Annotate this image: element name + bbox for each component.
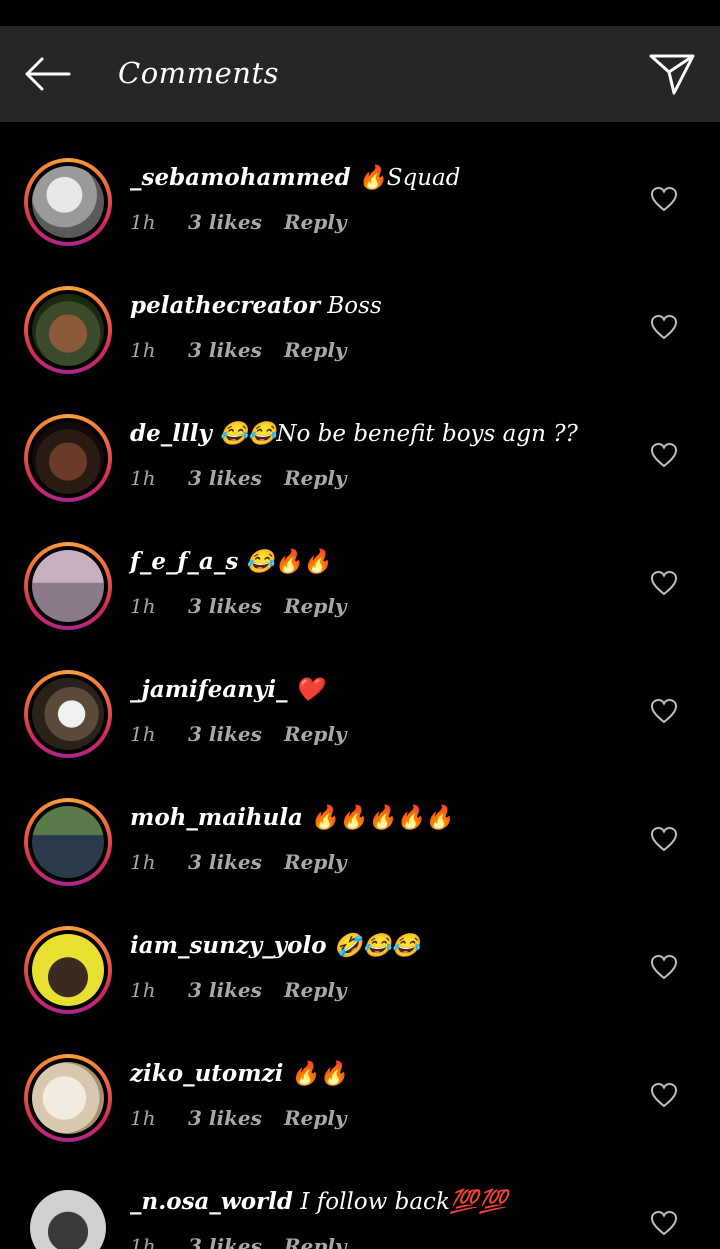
- comment-text: 🔥🔥🔥🔥🔥: [310, 805, 454, 831]
- avatar-story-ring[interactable]: [24, 158, 112, 246]
- comment-time: 1h: [130, 1106, 156, 1130]
- heart-outline-icon[interactable]: [650, 1210, 678, 1236]
- comment-row: pelathecreator Boss 1h 3 likes Reply: [0, 250, 720, 378]
- comment-text: I follow back💯💯: [300, 1189, 508, 1215]
- comment-time: 1h: [130, 338, 156, 362]
- reply-button[interactable]: Reply: [284, 978, 347, 1002]
- reply-button[interactable]: Reply: [284, 850, 347, 874]
- heart-outline-icon[interactable]: [650, 314, 678, 340]
- comment-text: 🔥Squad: [358, 165, 461, 191]
- comment-username[interactable]: de_llly: [130, 420, 212, 447]
- heart-outline-icon[interactable]: [650, 442, 678, 468]
- reply-button[interactable]: Reply: [284, 1234, 347, 1249]
- comment-likes[interactable]: 3 likes: [188, 850, 284, 874]
- comment-username[interactable]: _jamifeanyi_: [130, 676, 288, 703]
- comment-username[interactable]: _n.osa_world: [130, 1188, 293, 1215]
- comment-row: _jamifeanyi_ ❤️ 1h 3 likes Reply: [0, 634, 720, 762]
- comment-row: f_e_f_a_s 😂🔥🔥 1h 3 likes Reply: [0, 506, 720, 634]
- page-title: Comments: [118, 56, 280, 90]
- comment-username[interactable]: pelathecreator: [130, 292, 320, 319]
- comment-time: 1h: [130, 466, 156, 490]
- share-button[interactable]: [646, 50, 698, 98]
- avatar-story-ring[interactable]: [24, 926, 112, 1014]
- comment-likes[interactable]: 3 likes: [188, 1106, 284, 1130]
- comment-row: de_llly 😂😂No be benefit boys agn ?? 1h 3 …: [0, 378, 720, 506]
- avatar: [32, 294, 104, 366]
- avatar: [32, 934, 104, 1006]
- back-button[interactable]: [20, 52, 74, 96]
- comment-text: 🔥🔥: [290, 1061, 348, 1087]
- comment-text: 😂🔥🔥: [245, 549, 332, 575]
- status-bar: [0, 0, 720, 26]
- comment-text: ❤️: [294, 677, 324, 703]
- comment-username[interactable]: iam_sunzy_yolo: [130, 932, 327, 959]
- comment-row: moh_maihula 🔥🔥🔥🔥🔥 1h 3 likes Reply: [0, 762, 720, 890]
- heart-outline-icon[interactable]: [650, 826, 678, 852]
- heart-outline-icon[interactable]: [650, 698, 678, 724]
- comment-text: Boss: [327, 293, 382, 319]
- avatar: [32, 1062, 104, 1134]
- comment-time: 1h: [130, 722, 156, 746]
- comments-list[interactable]: _sebamohammed 🔥Squad 1h 3 likes Reply pela…: [0, 122, 720, 1249]
- avatar-story-ring[interactable]: [24, 414, 112, 502]
- comment-row: _sebamohammed 🔥Squad 1h 3 likes Reply: [0, 122, 720, 250]
- comment-time: 1h: [130, 1234, 156, 1249]
- comment-row: ziko_utomzi 🔥🔥 1h 3 likes Reply: [0, 1018, 720, 1146]
- comment-time: 1h: [130, 210, 156, 234]
- avatar: [32, 806, 104, 878]
- avatar: [32, 422, 104, 494]
- comment-time: 1h: [130, 978, 156, 1002]
- heart-outline-icon[interactable]: [650, 186, 678, 212]
- arrow-left-icon: [25, 57, 71, 91]
- comment-text: 🤣😂😂: [333, 933, 420, 959]
- avatar: [32, 678, 104, 750]
- heart-outline-icon[interactable]: [650, 954, 678, 980]
- avatar-story-ring[interactable]: [24, 1054, 112, 1142]
- reply-button[interactable]: Reply: [284, 338, 347, 362]
- heart-outline-icon[interactable]: [650, 1082, 678, 1108]
- avatar-story-ring[interactable]: [24, 286, 112, 374]
- reply-button[interactable]: Reply: [284, 466, 347, 490]
- comment-username[interactable]: moh_maihula: [130, 804, 303, 831]
- avatar-story-ring[interactable]: [24, 670, 112, 758]
- comment-text: 😂😂No be benefit boys agn ??: [219, 421, 578, 447]
- comment-likes[interactable]: 3 likes: [188, 594, 284, 618]
- reply-button[interactable]: Reply: [284, 722, 347, 746]
- comment-time: 1h: [130, 594, 156, 618]
- top-bar: Comments: [0, 26, 720, 122]
- comment-row: _n.osa_world I follow back💯💯 1h 3 likes Re…: [0, 1146, 720, 1249]
- paper-plane-icon: [649, 54, 695, 95]
- reply-button[interactable]: Reply: [284, 594, 347, 618]
- avatar-story-ring[interactable]: [24, 542, 112, 630]
- reply-button[interactable]: Reply: [284, 210, 347, 234]
- heart-outline-icon[interactable]: [650, 570, 678, 596]
- avatar: [32, 166, 104, 238]
- comment-likes[interactable]: 3 likes: [188, 466, 284, 490]
- comment-username[interactable]: f_e_f_a_s: [130, 548, 238, 575]
- comment-likes[interactable]: 3 likes: [188, 210, 284, 234]
- comment-likes[interactable]: 3 likes: [188, 1234, 284, 1249]
- reply-button[interactable]: Reply: [284, 1106, 347, 1130]
- avatar: [32, 550, 104, 622]
- comment-likes[interactable]: 3 likes: [188, 978, 284, 1002]
- avatar[interactable]: [30, 1190, 106, 1249]
- comment-username[interactable]: _sebamohammed: [130, 164, 351, 191]
- comment-likes[interactable]: 3 likes: [188, 338, 284, 362]
- comment-username[interactable]: ziko_utomzi: [130, 1060, 283, 1087]
- avatar-story-ring[interactable]: [24, 798, 112, 886]
- comment-time: 1h: [130, 850, 156, 874]
- comment-likes[interactable]: 3 likes: [188, 722, 284, 746]
- comment-row: iam_sunzy_yolo 🤣😂😂 1h 3 likes Reply: [0, 890, 720, 1018]
